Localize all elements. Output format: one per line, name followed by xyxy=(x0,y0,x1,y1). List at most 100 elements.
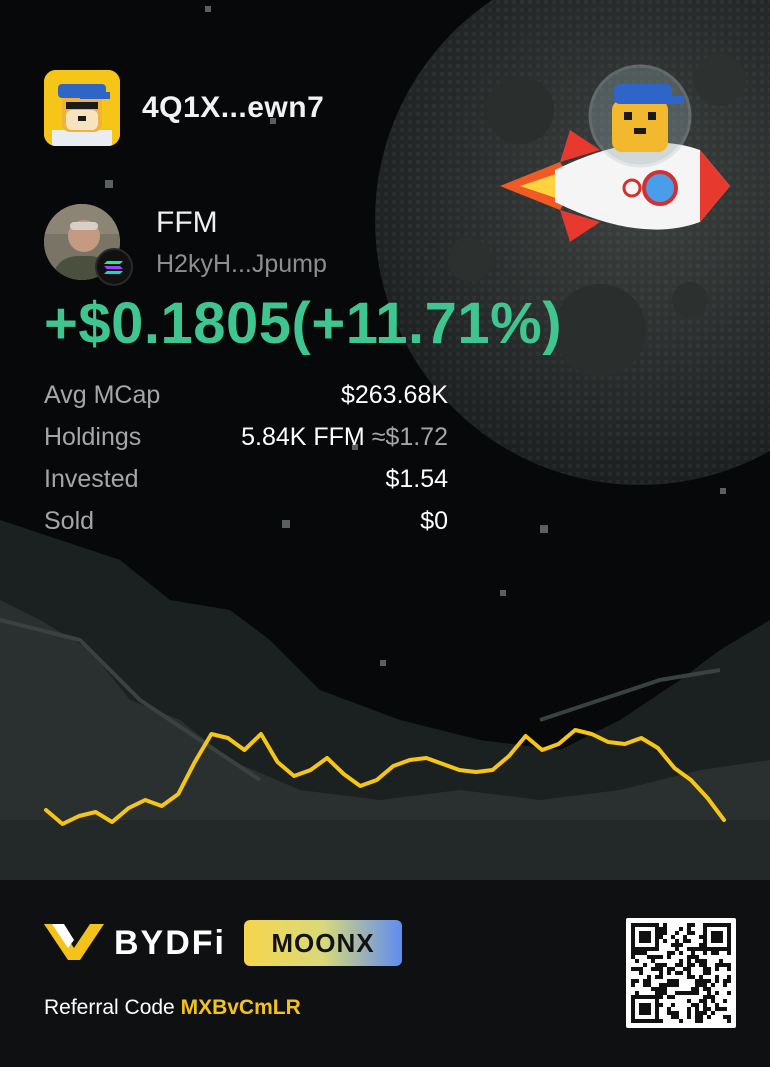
qr-module xyxy=(715,975,719,979)
qr-module xyxy=(719,963,723,967)
qr-module xyxy=(631,1007,635,1011)
qr-module xyxy=(687,991,691,995)
qr-module xyxy=(671,943,675,947)
holdings-approx-value: ≈$1.72 xyxy=(371,422,448,451)
qr-module xyxy=(703,1007,707,1011)
qr-module xyxy=(639,967,643,971)
qr-module xyxy=(675,1011,679,1015)
qr-module xyxy=(635,947,639,951)
qr-module xyxy=(655,927,659,931)
qr-module xyxy=(651,987,655,991)
qr-module xyxy=(675,931,679,935)
qr-module xyxy=(703,979,707,983)
qr-module xyxy=(671,983,675,987)
qr-module xyxy=(631,923,635,927)
qr-module xyxy=(655,1007,659,1011)
brand-name: BYDFi xyxy=(114,923,226,962)
qr-module xyxy=(703,931,707,935)
stat-row-holdings: Holdings 5.84K FFM ≈$1.72 xyxy=(44,416,448,458)
qr-module xyxy=(703,927,707,931)
qr-module xyxy=(663,983,667,987)
qr-module xyxy=(715,935,719,939)
qr-code-icon xyxy=(631,923,731,1023)
qr-module xyxy=(647,939,651,943)
qr-module xyxy=(643,923,647,927)
user-header: 4Q1X...ewn7 xyxy=(44,70,324,146)
qr-module xyxy=(639,1007,643,1011)
qr-module xyxy=(631,931,635,935)
qr-module xyxy=(659,991,663,995)
qr-module xyxy=(675,943,679,947)
qr-module xyxy=(643,1007,647,1011)
qr-module xyxy=(723,979,727,983)
qr-module xyxy=(671,951,675,955)
referral-label: Referral Code xyxy=(44,996,175,1019)
qr-module xyxy=(691,931,695,935)
qr-module xyxy=(679,927,683,931)
qr-module xyxy=(663,923,667,927)
qr-module xyxy=(631,1019,635,1023)
qr-module xyxy=(659,971,663,975)
qr-module xyxy=(703,999,707,1003)
qr-module xyxy=(643,1019,647,1023)
qr-module xyxy=(651,959,655,963)
qr-code[interactable] xyxy=(626,918,736,1028)
qr-module xyxy=(727,1015,731,1019)
qr-module xyxy=(643,979,647,983)
qr-module xyxy=(711,999,715,1003)
qr-module xyxy=(643,1003,647,1007)
qr-module xyxy=(651,955,655,959)
qr-module xyxy=(675,963,679,967)
qr-module xyxy=(651,995,655,999)
qr-module xyxy=(727,951,731,955)
stat-value: $0 xyxy=(420,506,448,535)
referral-code-value[interactable]: MXBvCmLR xyxy=(181,996,301,1019)
qr-module xyxy=(687,975,691,979)
qr-module xyxy=(687,947,691,951)
qr-module xyxy=(639,951,643,955)
qr-module xyxy=(631,939,635,943)
qr-module xyxy=(655,923,659,927)
qr-module xyxy=(659,983,663,987)
qr-module xyxy=(639,947,643,951)
qr-module xyxy=(703,939,707,943)
qr-module xyxy=(707,923,711,927)
qr-module xyxy=(671,1003,675,1007)
qr-module xyxy=(699,935,703,939)
qr-module xyxy=(711,931,715,935)
stat-row-avg-mcap: Avg MCap $263.68K xyxy=(44,374,448,416)
qr-module xyxy=(639,971,643,975)
qr-module xyxy=(667,983,671,987)
qr-module xyxy=(655,967,659,971)
qr-module xyxy=(667,971,671,975)
qr-module xyxy=(687,971,691,975)
qr-module xyxy=(723,963,727,967)
qr-module xyxy=(695,983,699,987)
qr-module xyxy=(631,1011,635,1015)
qr-module xyxy=(675,979,679,983)
qr-module xyxy=(719,931,723,935)
qr-module xyxy=(635,967,639,971)
qr-module xyxy=(723,983,727,987)
qr-module xyxy=(659,1019,663,1023)
qr-module xyxy=(687,999,691,1003)
stat-label: Invested xyxy=(44,464,139,493)
qr-module xyxy=(711,935,715,939)
qr-module xyxy=(715,939,719,943)
qr-module xyxy=(687,927,691,931)
qr-module xyxy=(707,947,711,951)
qr-module xyxy=(659,931,663,935)
qr-module xyxy=(655,1011,659,1015)
qr-module xyxy=(703,959,707,963)
qr-module xyxy=(695,1003,699,1007)
qr-module xyxy=(687,923,691,927)
stat-value: 5.84K FFM ≈$1.72 xyxy=(241,423,448,452)
qr-module xyxy=(643,963,647,967)
stat-row-invested: Invested $1.54 xyxy=(44,458,448,500)
qr-module xyxy=(723,999,727,1003)
qr-module xyxy=(675,939,679,943)
qr-module xyxy=(659,935,663,939)
qr-module xyxy=(671,967,675,971)
qr-module xyxy=(655,947,659,951)
qr-module xyxy=(727,935,731,939)
